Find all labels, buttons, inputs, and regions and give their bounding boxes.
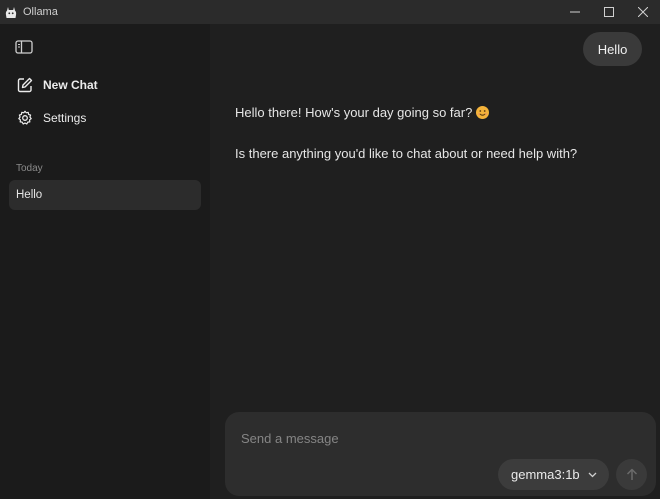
smile-emoji-icon <box>476 106 490 119</box>
minimize-button[interactable] <box>558 0 592 24</box>
assistant-line-1: Hello there! How's your day going so far… <box>235 104 635 122</box>
send-button[interactable] <box>616 459 647 490</box>
assistant-message: Hello there! How's your day going so far… <box>235 104 635 163</box>
title-bar: Ollama <box>0 0 660 24</box>
assistant-line-2: Is there anything you'd like to chat abo… <box>235 146 578 161</box>
maximize-icon <box>604 7 614 17</box>
window-title: Ollama <box>23 6 58 18</box>
user-message-bubble: Hello <box>583 32 642 66</box>
section-label-today: Today <box>16 163 43 174</box>
close-button[interactable] <box>626 0 660 24</box>
sidebar-toggle-icon <box>15 40 33 54</box>
message-composer: gemma3:1b <box>225 412 656 496</box>
compose-icon <box>16 76 34 94</box>
minimize-icon <box>570 11 580 13</box>
sidebar: New Chat Settings Today Hello <box>0 24 210 499</box>
message-input[interactable] <box>241 428 631 448</box>
gear-icon <box>16 109 34 127</box>
new-chat-button[interactable]: New Chat <box>9 71 201 99</box>
settings-label: Settings <box>43 111 87 125</box>
model-selector[interactable]: gemma3:1b <box>498 459 609 490</box>
model-name: gemma3:1b <box>511 467 580 482</box>
maximize-button[interactable] <box>592 0 626 24</box>
new-chat-label: New Chat <box>43 78 98 92</box>
sidebar-toggle-button[interactable] <box>13 37 35 57</box>
user-message-text: Hello <box>597 41 628 57</box>
chat-history-label: Hello <box>16 189 43 201</box>
settings-button[interactable]: Settings <box>9 104 201 132</box>
window-controls <box>558 0 660 24</box>
arrow-up-icon <box>626 468 637 480</box>
chevron-down-icon <box>588 472 597 478</box>
chat-history-item[interactable]: Hello <box>9 180 201 210</box>
ollama-logo-icon <box>4 5 18 19</box>
close-icon <box>638 7 648 17</box>
